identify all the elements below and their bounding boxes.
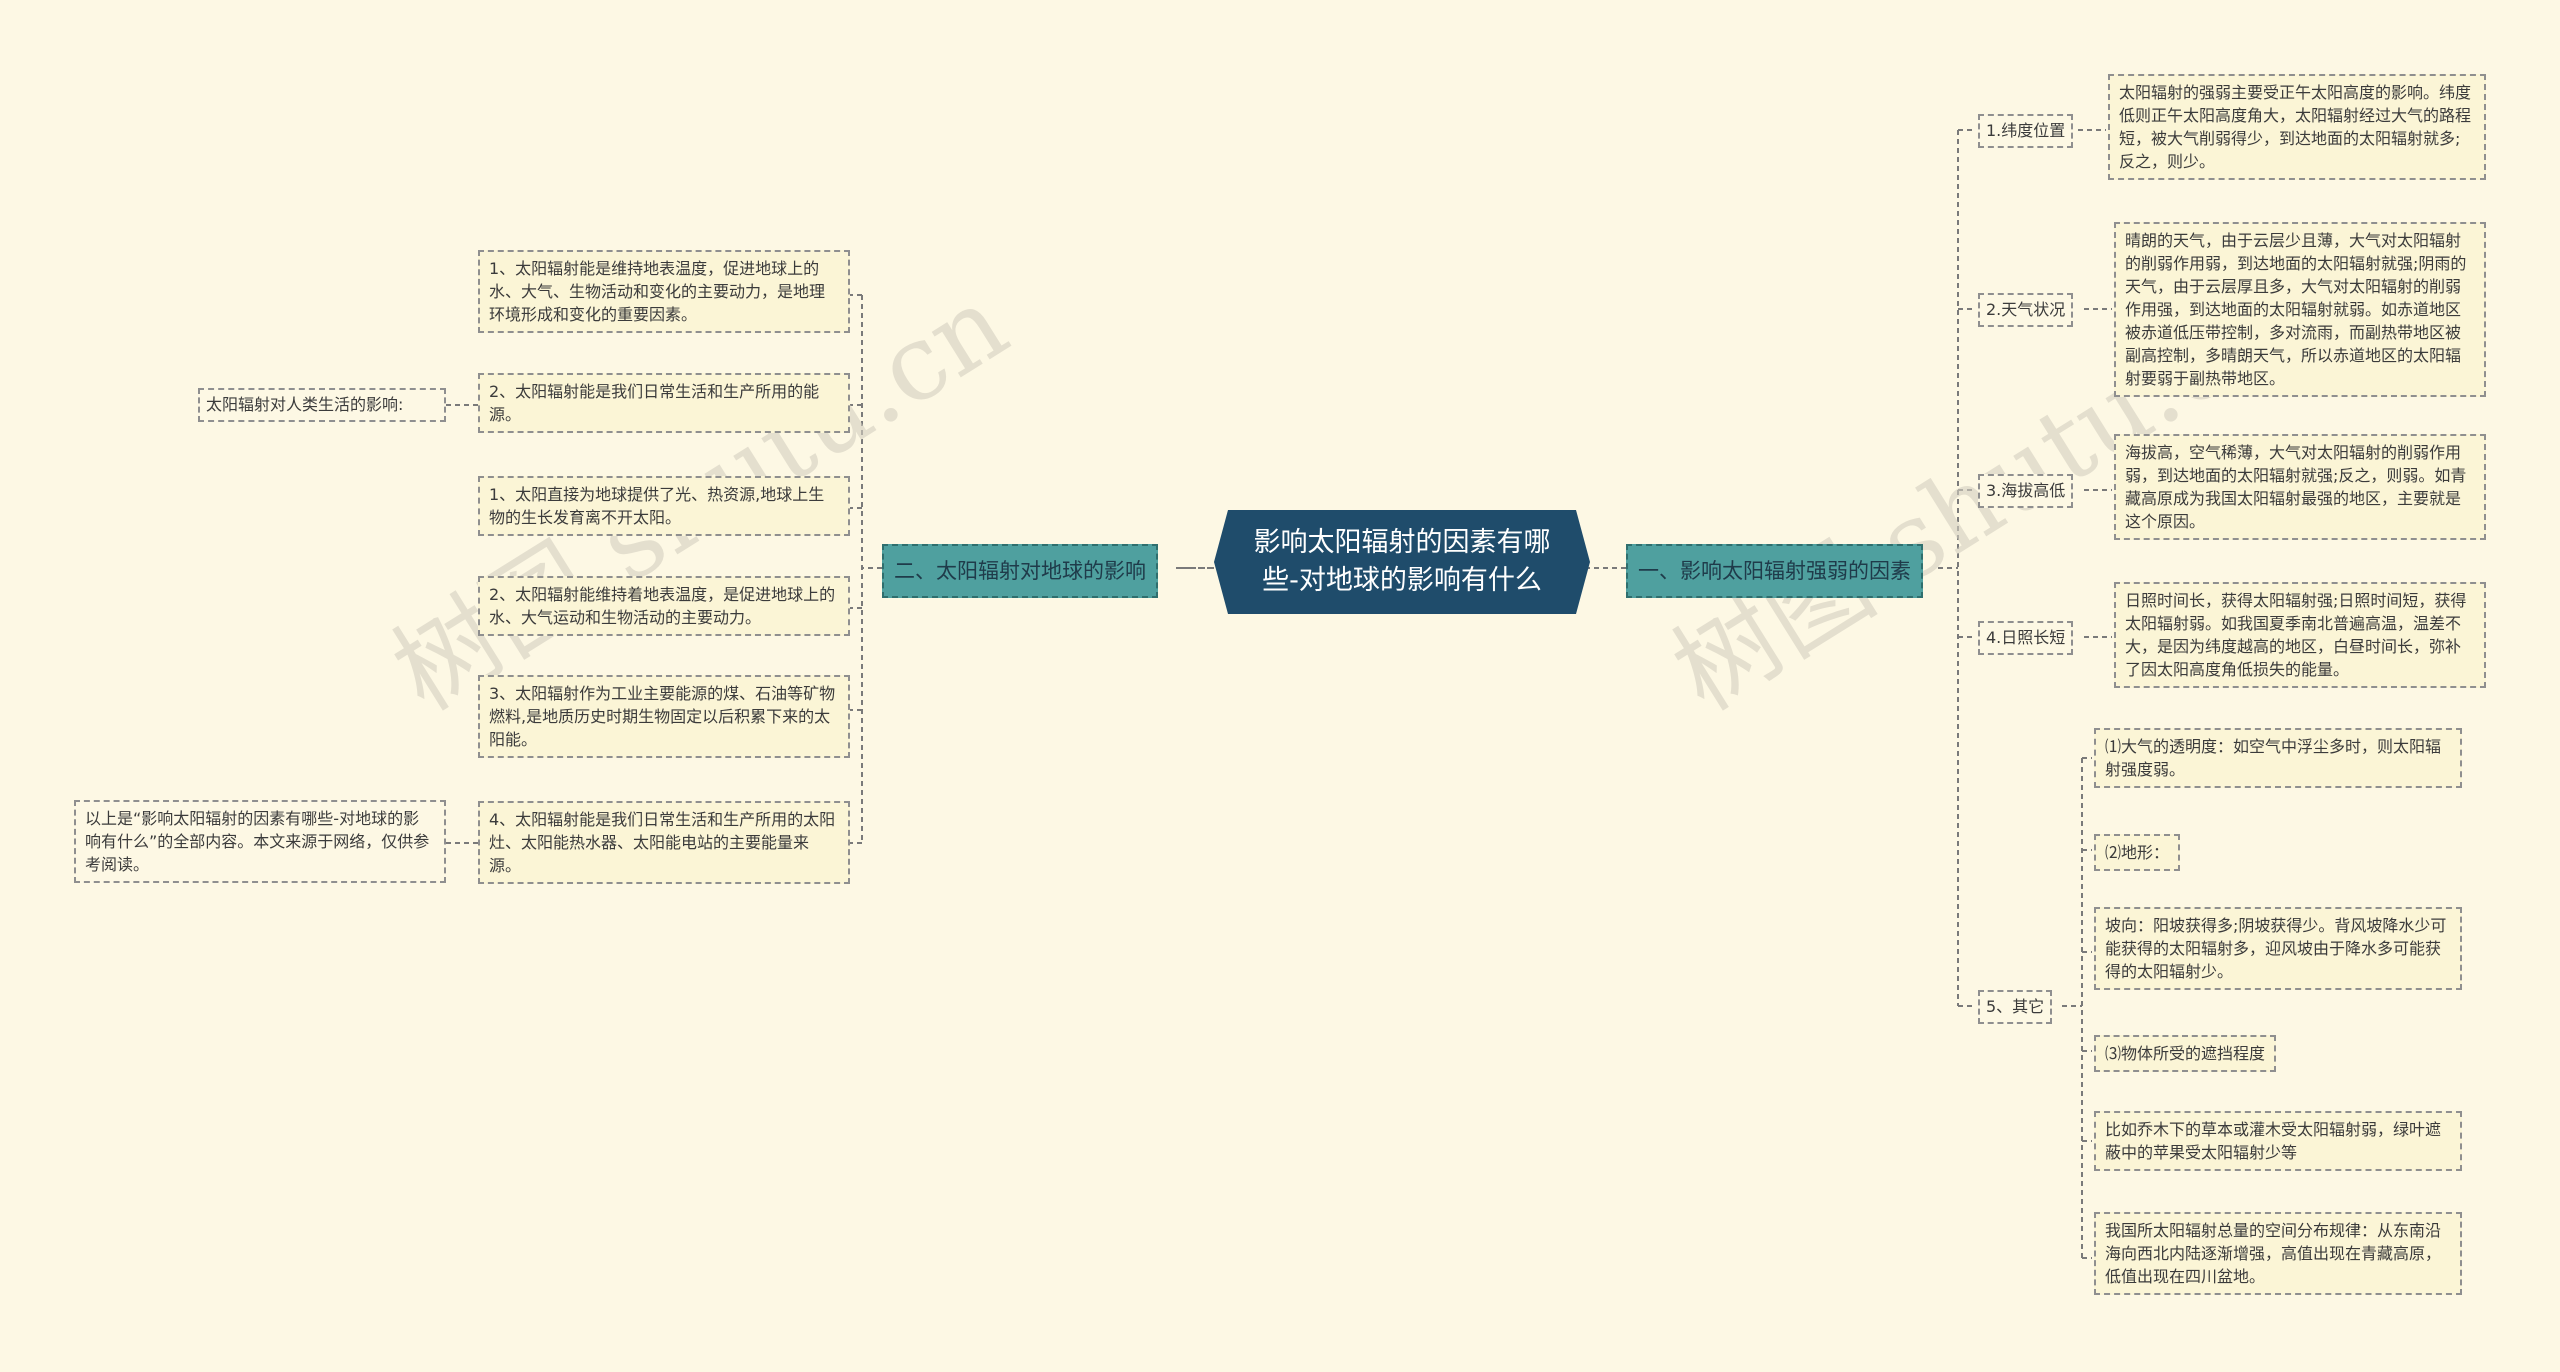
label-sunshine[interactable]: 4.日照长短 xyxy=(1978,621,2074,655)
label-weather[interactable]: 2.天气状况 xyxy=(1978,293,2074,327)
leaf-others-5[interactable]: 比如乔木下的草本或灌木受太阳辐射弱，绿叶遮蔽中的苹果受太阳辐射少等 xyxy=(2094,1111,2462,1171)
label-altitude[interactable]: 3.海拔高低 xyxy=(1978,474,2074,508)
leaf-effect-6[interactable]: 4、太阳辐射能是我们日常生活和生产所用的太阳灶、太阳能热水器、太阳能电站的主要能… xyxy=(478,801,850,884)
leaf-effect-4[interactable]: 2、太阳辐射能维持着地表温度，是促进地球上的水、大气运动和生物活动的主要动力。 xyxy=(478,576,850,636)
leaf-sunshine[interactable]: 日照时间长，获得太阳辐射强;日照时间短，获得太阳辐射弱。如我国夏季南北普遍高温，… xyxy=(2114,582,2486,688)
leaf-altitude[interactable]: 海拔高，空气稀薄，大气对太阳辐射的削弱作用弱，到达地面的太阳辐射就强;反之，则弱… xyxy=(2114,434,2486,540)
leaf-effect-3[interactable]: 1、太阳直接为地球提供了光、热资源,地球上生物的生长发育离不开太阳。 xyxy=(478,476,850,536)
leaf-effect-2[interactable]: 2、太阳辐射能是我们日常生活和生产所用的能源。 xyxy=(478,373,850,433)
label-others[interactable]: 5、其它 xyxy=(1978,990,2053,1024)
label-latitude[interactable]: 1.纬度位置 xyxy=(1978,114,2074,148)
leaf-others-1[interactable]: ⑴大气的透明度：如空气中浮尘多时，则太阳辐射强度弱。 xyxy=(2094,728,2462,788)
leaf-weather[interactable]: 晴朗的天气，由于云层少且薄，大气对太阳辐射的削弱作用弱，到达地面的太阳辐射就强;… xyxy=(2114,222,2486,397)
branch-factors[interactable]: 一、影响太阳辐射强弱的因素 xyxy=(1626,544,1923,598)
leaf-others-2[interactable]: ⑵地形： xyxy=(2094,834,2181,871)
leaf-others-4[interactable]: ⑶物体所受的遮挡程度 xyxy=(2094,1035,2277,1072)
leaf-effect-5[interactable]: 3、太阳辐射作为工业主要能源的煤、石油等矿物燃料,是地质历史时期生物固定以后积累… xyxy=(478,675,850,758)
central-topic[interactable]: 影响太阳辐射的因素有哪些-对地球的影响有什么 xyxy=(1214,510,1590,614)
leaf-latitude[interactable]: 太阳辐射的强弱主要受正午太阳高度的影响。纬度低则正午太阳高度角大，太阳辐射经过大… xyxy=(2108,74,2486,180)
branch-effects[interactable]: 二、太阳辐射对地球的影响 xyxy=(882,544,1158,598)
leaf-others-6[interactable]: 我国所太阳辐射总量的空间分布规律：从东南沿海向西北内陆逐渐增强，高值出现在青藏高… xyxy=(2094,1212,2462,1295)
footer-note[interactable]: 以上是“影响太阳辐射的因素有哪些-对地球的影响有什么”的全部内容。本文来源于网络… xyxy=(74,800,446,883)
leaf-others-3[interactable]: 坡向：阳坡获得多;阴坡获得少。背风坡降水少可能获得的太阳辐射多，迎风坡由于降水多… xyxy=(2094,907,2462,990)
label-human-life[interactable]: 太阳辐射对人类生活的影响: xyxy=(198,388,446,422)
leaf-effect-1[interactable]: 1、太阳辐射能是维持地表温度，促进地球上的水、大气、生物活动和变化的主要动力，是… xyxy=(478,250,850,333)
